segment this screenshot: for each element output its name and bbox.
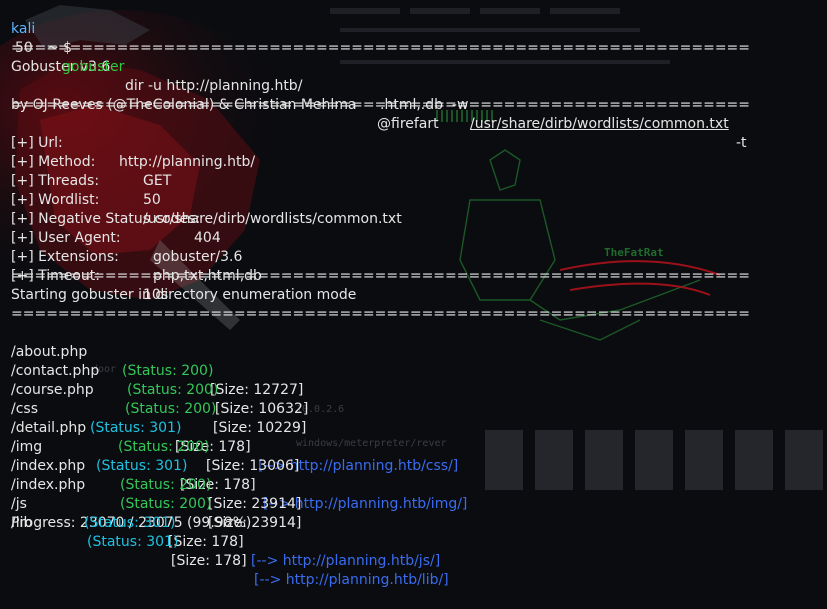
banner-version: Gobuster v3.6 <box>11 59 111 75</box>
result-row: /detail.php (Status: 200) [Size: 13006] <box>11 400 823 474</box>
result-row: /css (Status: 301) [Size: 178] [--> http… <box>11 381 823 474</box>
result-row: /lib (Status: 301) [Size: 178] [--> http… <box>11 495 823 588</box>
terminal-output[interactable]: kali ~ $ gobuster dir -u http://planning… <box>11 1 823 588</box>
result-row: /js (Status: 301) [Size: 178] [--> http:… <box>11 476 823 569</box>
config-line: [+] User Agent: gobuster/3.6 <box>11 210 823 265</box>
result-row: /index.php (Status: 200) [Size: 23914] <box>11 438 823 512</box>
result-status: (Status: 301) <box>87 534 179 550</box>
result-size: [Size: 23914] <box>208 515 302 531</box>
command-name: gobuster <box>62 59 125 75</box>
result-row: /index.php (Status: 200) [Size: 23914] <box>11 457 823 531</box>
result-row: /course.php (Status: 200) [Size: 10229] <box>11 362 823 436</box>
result-path: /lib <box>11 515 33 531</box>
config-line: [+] Wordlist: /usr/share/dirb/wordlists/… <box>11 172 823 227</box>
config-value: php,txt,html,db <box>153 268 262 284</box>
config-line: [+] Method: GET <box>11 134 823 189</box>
config-label: [+] Timeout: <box>11 268 101 284</box>
result-row: /contact.php (Status: 200) [Size: 10632] <box>11 343 823 417</box>
result-status: (Status: 301) <box>84 515 176 531</box>
threads-value: 50 <box>15 40 33 56</box>
result-redirect-link[interactable]: [--> http://planning.htb/lib/] <box>254 571 449 590</box>
banner-authors-text: by OJ Reeves (@TheColonial) & Christian … <box>11 97 357 113</box>
config-line: [+] Threads: 50 <box>11 153 823 208</box>
config-line: [+] Negative Status codes: 404 <box>11 191 823 246</box>
banner-authors: by OJ Reeves (@TheColonial) & Christian … <box>11 77 823 132</box>
config-line: [+] Timeout: 10s <box>11 248 823 303</box>
config-value: 10s <box>143 287 169 303</box>
separator: ========================================… <box>11 40 751 56</box>
start-message: Starting gobuster in directory enumerati… <box>11 287 357 303</box>
result-redirect-link[interactable]: [--> http://planning.htb/js/] <box>251 552 440 571</box>
command-line: kali ~ $ gobuster dir -u http://planning… <box>11 1 823 151</box>
result-row: /img (Status: 301) [Size: 178] [--> http… <box>11 419 823 512</box>
command-extensions: .html,.db -w <box>380 97 469 113</box>
result-size: [Size: 178] <box>168 534 244 550</box>
prompt-symbol: ~ $ <box>47 40 73 56</box>
separator: ========================================… <box>11 306 751 322</box>
result-size: [Size: 178] <box>171 553 247 569</box>
config-line: [+] Extensions: php,txt,html,db <box>11 229 823 284</box>
config-line: [+] Url: http://planning.htb/ <box>11 115 823 170</box>
result-row: /about.php (Status: 200) [Size: 12727] <box>11 324 823 398</box>
separator: ========================================… <box>11 268 751 284</box>
command-line-wrap: 50 <box>11 20 823 56</box>
